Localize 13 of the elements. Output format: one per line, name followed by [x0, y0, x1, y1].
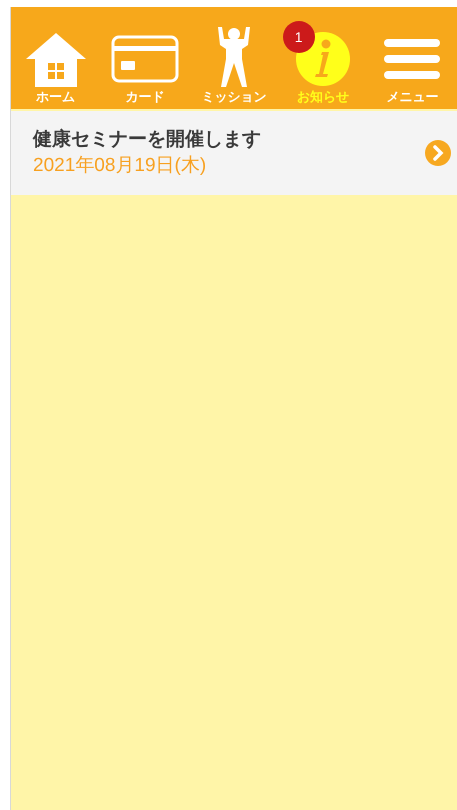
chevron-right-icon [425, 140, 451, 166]
nav-tab[interactable]: お知らせ 1 [278, 21, 368, 105]
menu-icon [384, 37, 440, 81]
nav-tab[interactable]: メニュー [368, 21, 457, 105]
nav-tab[interactable]: ミッション [189, 21, 279, 105]
house-icon [24, 31, 88, 87]
nav-tab[interactable]: ホーム [11, 21, 100, 105]
card-icon [110, 35, 179, 83]
news-title: 健康セミナーを開催します [33, 128, 262, 152]
news-date: 2021年08月19日(木) [33, 154, 208, 178]
count-badge: 1 [282, 21, 315, 53]
nav-tab[interactable]: カード [100, 21, 190, 105]
news-item[interactable]: 健康セミナーを開催します 2021年08月19日(木) [11, 109, 457, 195]
